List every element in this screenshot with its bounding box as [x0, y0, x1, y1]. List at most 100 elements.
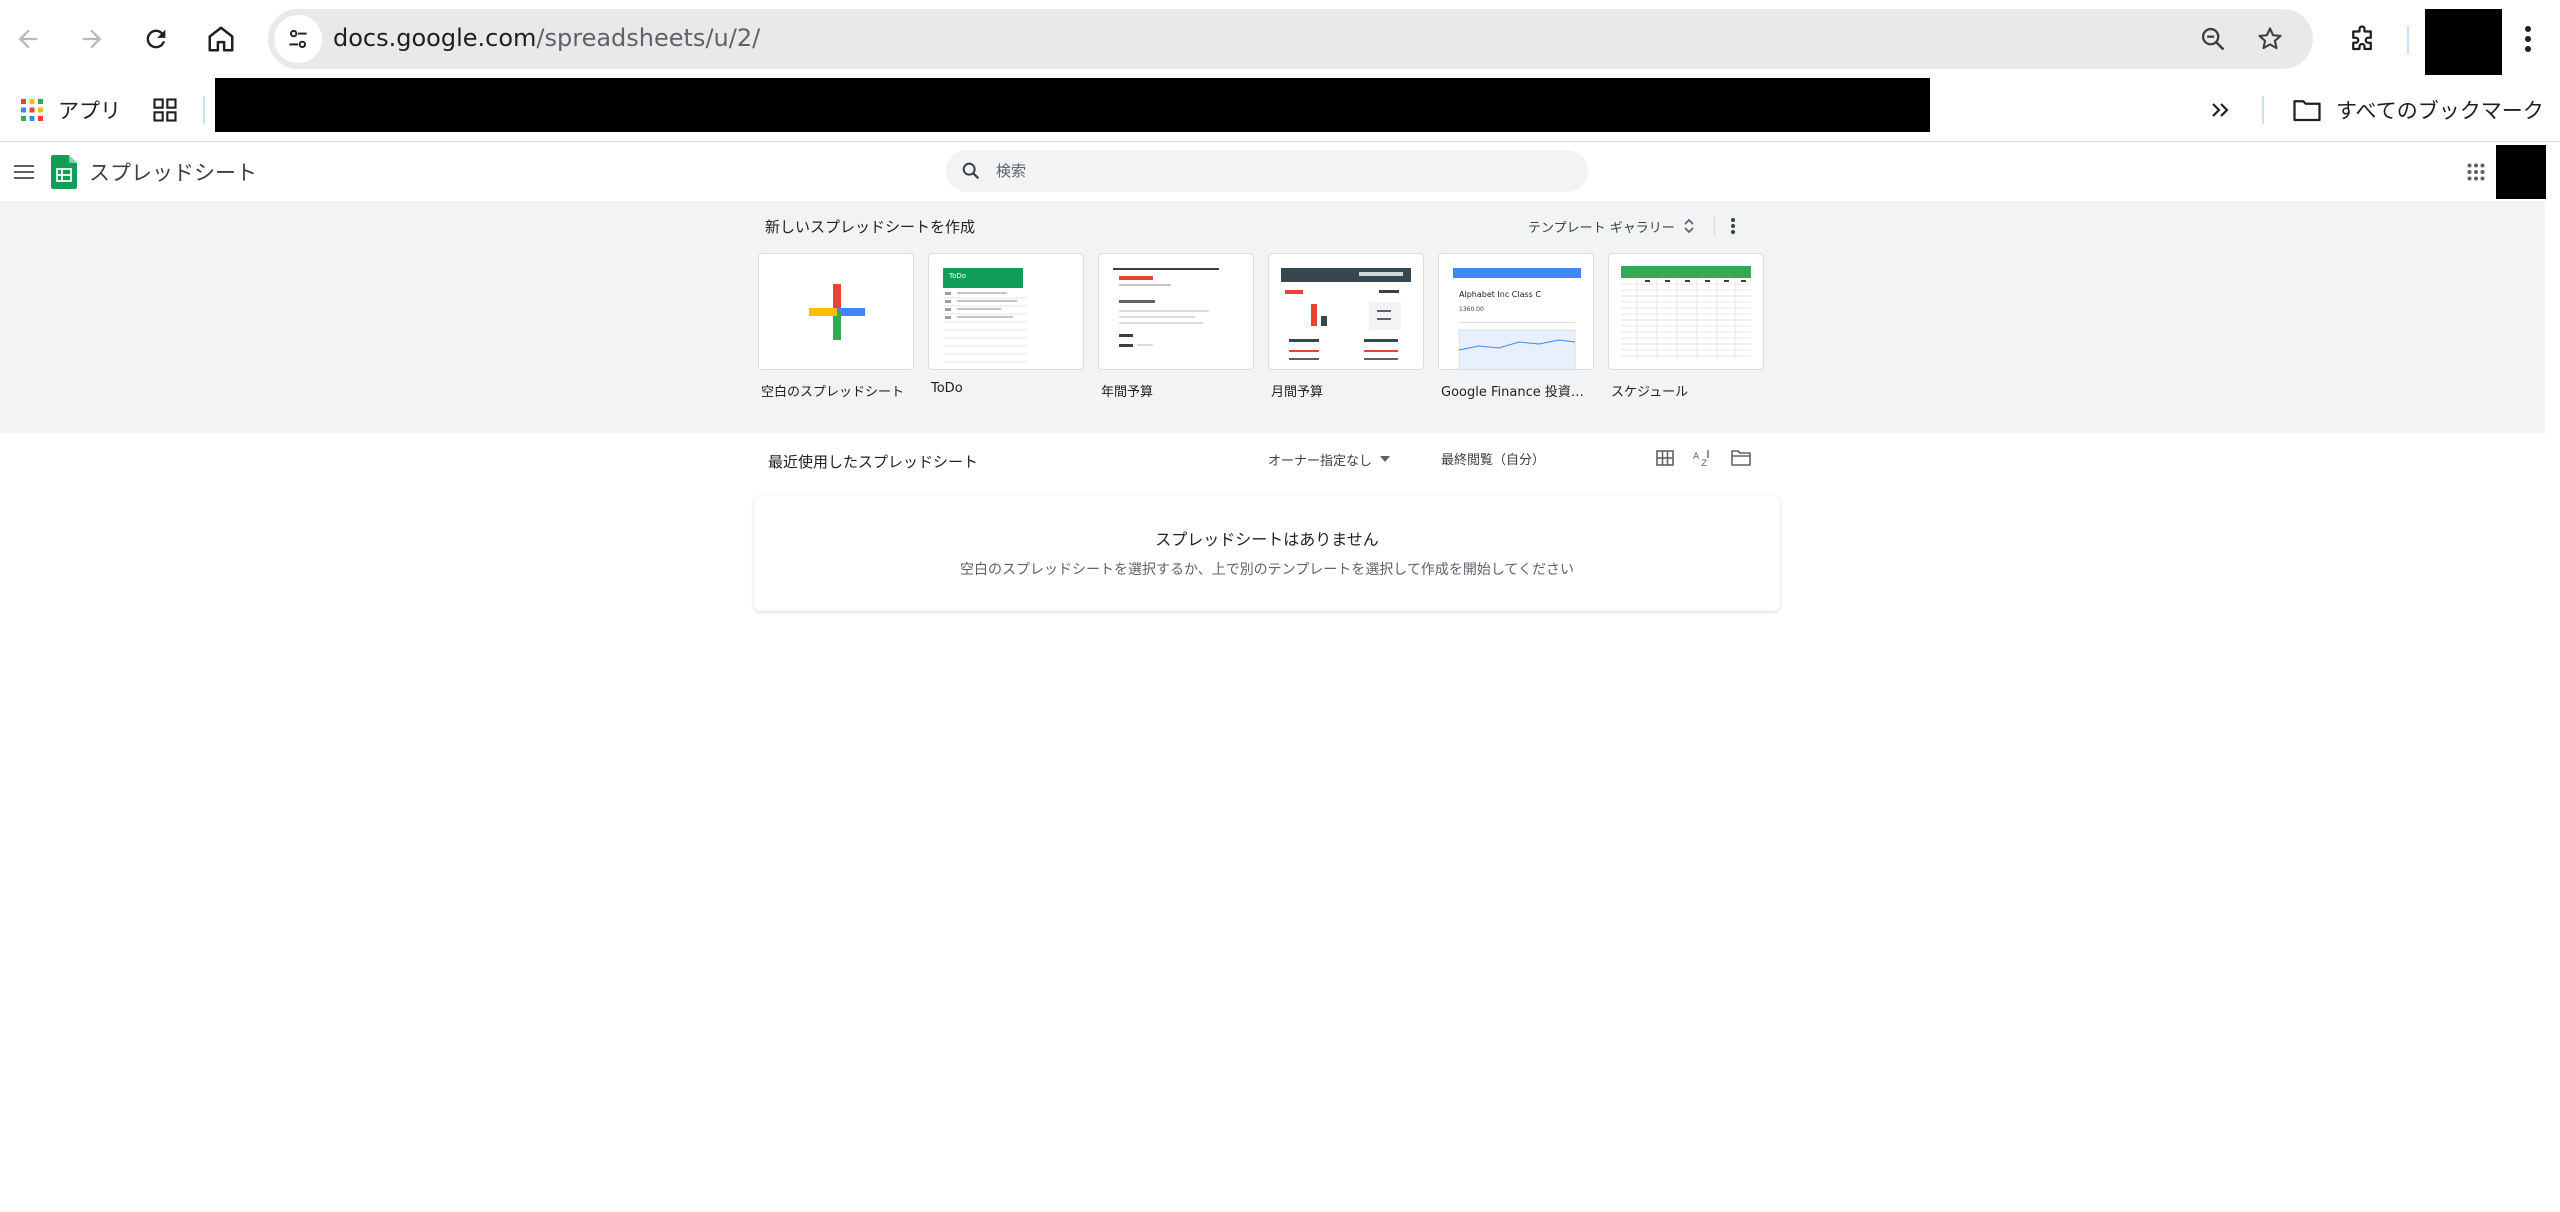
caret-down-icon	[1380, 456, 1391, 462]
grid-view-icon	[1656, 450, 1674, 466]
apps-color-grid-icon	[21, 99, 43, 121]
empty-state-subtitle: 空白のスプレッドシートを選択するか、上で別のテンプレートを選択して作成を開始して…	[959, 562, 1575, 578]
redacted-bookmarks	[215, 78, 1930, 132]
recent-section-title: 最近使用したスプレッドシート	[768, 453, 979, 471]
template-blank-thumbnail[interactable]	[758, 253, 914, 370]
todo-thumb-header: ToDo	[943, 268, 1023, 288]
reload-icon	[146, 29, 166, 49]
plus-icon	[809, 284, 865, 340]
folder-icon	[2293, 100, 2321, 122]
reload-button[interactable]	[131, 14, 181, 64]
template-label: 月間予算	[1271, 385, 1324, 400]
sort-az-icon: AZ	[1693, 450, 1709, 468]
zoom-out-icon	[2201, 27, 2225, 51]
sheets-logo-icon[interactable]	[51, 155, 77, 189]
app-title[interactable]: スプレッドシート	[89, 157, 257, 187]
zoom-button[interactable]	[2193, 19, 2233, 59]
owner-filter-dropdown[interactable]: オーナー指定なし	[1268, 447, 1391, 471]
template-monthly-budget[interactable]: 月間予算	[1268, 253, 1424, 400]
more-vert-icon	[2525, 26, 2531, 52]
template-label: スケジュール	[1611, 385, 1689, 400]
url-host: docs.google.com	[333, 24, 537, 52]
main-menu-button[interactable]	[8, 156, 40, 188]
url-text[interactable]: docs.google.com/spreadsheets/u/2/	[333, 24, 760, 52]
toolbar-divider	[2407, 26, 2409, 54]
star-icon	[2258, 27, 2282, 50]
bookmark-star-button[interactable]	[2250, 19, 2290, 59]
template-label: Google Finance 投資トラッカー	[1441, 385, 1594, 400]
apps-grid-icon	[2467, 163, 2485, 181]
template-annual-budget[interactable]: 年間予算	[1098, 253, 1254, 400]
bookmark-apps-label: アプリ	[58, 99, 121, 123]
browser-menu-button[interactable]	[2508, 14, 2548, 64]
puzzle-icon	[2352, 25, 2372, 51]
bookmark-apps[interactable]: アプリ	[20, 90, 121, 130]
template-schedule[interactable]: スケジュール	[1608, 253, 1764, 400]
search-icon[interactable]	[960, 160, 982, 182]
back-button[interactable]	[3, 14, 53, 64]
arrow-right-icon	[82, 29, 102, 49]
url-path: /spreadsheets/u/2/	[536, 24, 761, 52]
account-avatar[interactable]	[2496, 145, 2546, 199]
folder-open-icon	[1731, 450, 1751, 466]
profile-avatar[interactable]	[2425, 9, 2502, 75]
sort-dropdown[interactable]: 最終閲覧（自分）	[1441, 449, 1545, 468]
annual-budget-thumb-graphic	[1113, 268, 1219, 347]
template-section-title: 新しいスプレッドシートを作成	[765, 218, 976, 236]
more-vert-icon	[1731, 218, 1735, 234]
grid-icon	[153, 98, 177, 122]
extensions-button[interactable]	[2337, 14, 2387, 64]
google-apps-button[interactable]	[2460, 156, 2492, 188]
empty-state-title: スプレッドシートはありません	[1155, 530, 1379, 549]
schedule-thumb-graphic	[1621, 266, 1751, 358]
template-todo-thumbnail[interactable]: ToDo	[928, 253, 1084, 370]
template-blank[interactable]: 空白のスプレッドシート	[758, 253, 914, 400]
todo-thumb-rows	[943, 292, 1027, 363]
bookmarks-divider	[203, 96, 205, 124]
double-chevron-right-icon	[2212, 103, 2229, 117]
template-schedule-thumbnail[interactable]	[1608, 253, 1764, 370]
template-label: ToDo	[931, 381, 963, 396]
empty-state-card: スプレッドシートはありません 空白のスプレッドシートを選択するか、上で別のテンプ…	[754, 496, 1780, 611]
all-bookmarks-button[interactable]: すべてのブックマーク	[2292, 90, 2544, 130]
hamburger-icon	[14, 165, 34, 179]
gallery-divider	[1714, 215, 1715, 237]
grid-view-button[interactable]	[1650, 444, 1680, 472]
search-input[interactable]	[996, 157, 1556, 185]
template-todo[interactable]: ToDo ToDo	[928, 253, 1084, 396]
open-file-picker-button[interactable]	[1726, 444, 1756, 472]
arrow-left-icon	[18, 29, 38, 49]
template-google-finance[interactable]: Alphabet Inc Class C 1360.00 Google Fina…	[1438, 253, 1594, 400]
template-annual-budget-thumbnail[interactable]	[1098, 253, 1254, 370]
browser-toolbar: docs.google.com/spreadsheets/u/2/	[0, 0, 2560, 78]
tune-icon	[289, 29, 307, 49]
home-button[interactable]	[196, 14, 246, 64]
monthly-budget-thumb-graphic	[1281, 268, 1411, 360]
all-bookmarks-label: すべてのブックマーク	[2336, 99, 2544, 123]
forward-button[interactable]	[67, 14, 117, 64]
template-section: 新しいスプレッドシートを作成 テンプレート ギャラリー 空白のスプレッドシート …	[0, 201, 2545, 433]
svg-text:Z: Z	[1701, 459, 1707, 468]
bookmarks-bar: アプリ すべてのブックマーク	[0, 78, 2560, 142]
more-bookmarks-button[interactable]	[2200, 90, 2240, 130]
tab-groups-button[interactable]	[147, 92, 183, 128]
finance-thumb-chart	[1458, 322, 1576, 369]
svg-text:A: A	[1693, 452, 1700, 462]
template-label: 年間予算	[1101, 385, 1154, 400]
template-google-finance-thumbnail[interactable]: Alphabet Inc Class C 1360.00	[1438, 253, 1594, 370]
home-icon	[208, 26, 234, 52]
app-header: スプレッドシート	[0, 143, 2560, 201]
search-box[interactable]	[946, 150, 1588, 192]
address-bar[interactable]: docs.google.com/spreadsheets/u/2/	[268, 9, 2313, 69]
template-gallery-button[interactable]: テンプレート ギャラリー	[1528, 211, 1695, 241]
site-info-button[interactable]	[274, 15, 322, 63]
todo-thumb-title: ToDo	[949, 272, 967, 280]
template-label: 空白のスプレッドシート	[761, 385, 905, 400]
template-monthly-budget-thumbnail[interactable]	[1268, 253, 1424, 370]
owner-filter-label: オーナー指定なし	[1268, 453, 1373, 469]
bookmarks-divider-2	[2262, 96, 2264, 124]
template-more-button[interactable]	[1718, 211, 1748, 241]
sort-az-button[interactable]: AZ	[1687, 444, 1717, 472]
unfold-icon	[1684, 218, 1694, 234]
template-gallery-label: テンプレート ギャラリー	[1528, 220, 1675, 236]
